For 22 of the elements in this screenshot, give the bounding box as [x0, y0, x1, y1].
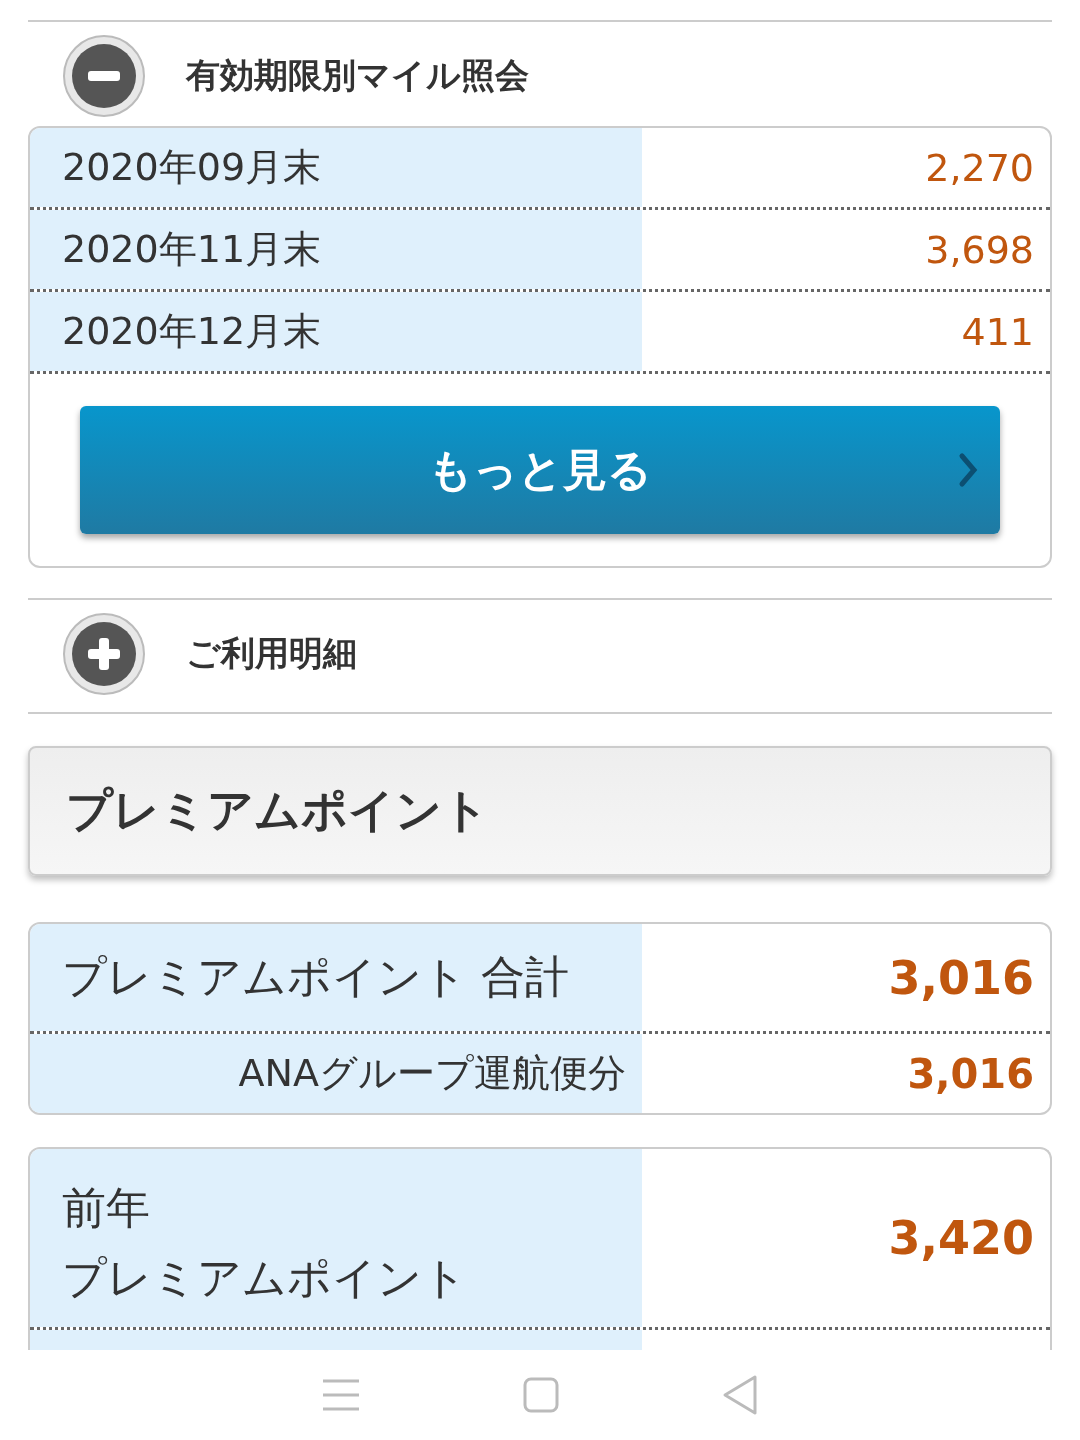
date-cell: 2020年09月末 [30, 128, 642, 207]
menu-icon[interactable] [321, 1378, 361, 1412]
collapse-icon[interactable] [62, 34, 146, 118]
miles-cell-text: 2,270 [924, 145, 1035, 190]
back-icon[interactable] [721, 1374, 759, 1416]
miles-cell-text: 411 [960, 309, 1035, 354]
more-button[interactable]: もっと見る [80, 406, 1000, 534]
section-title[interactable]: 有効期限別マイル照会 [186, 53, 529, 99]
section-title[interactable]: ご利用明細 [186, 631, 357, 677]
miles-cell-text: 3,698 [924, 227, 1035, 272]
points-cell-text: 3,016 [887, 950, 1035, 1005]
chevron-icon [958, 452, 978, 488]
date-cell: 2020年11月末 [30, 210, 642, 289]
label-cell: ANAグループ運航便分 [30, 1034, 642, 1113]
points-cell-text: 3,016 [906, 1050, 1035, 1097]
date-cell: 2020年12月末 [30, 292, 642, 371]
expand-icon[interactable] [62, 612, 146, 696]
label-cell: プレミアムポイント 合計 [30, 924, 642, 1031]
section-heading: プレミアムポイント [28, 746, 1052, 876]
label-cell: 前年 プレミアムポイント [30, 1149, 642, 1327]
points-cell-text: 3,420 [887, 1211, 1035, 1265]
home-icon[interactable] [523, 1377, 559, 1413]
